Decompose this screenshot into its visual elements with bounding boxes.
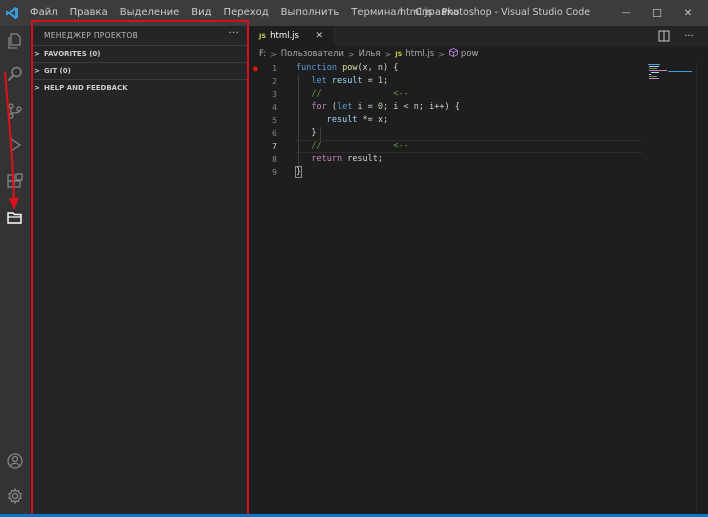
maximize-button[interactable]: ☐: [642, 0, 672, 26]
sidebar-title: МЕНЕДЖЕР ПРОЕКТОВ: [44, 30, 139, 40]
code-line: 3 // <--: [249, 88, 708, 101]
breadcrumb-file[interactable]: html.js: [405, 49, 434, 59]
tab-html-js[interactable]: JS html.js ✕: [249, 26, 333, 46]
tab-bar: JS html.js ✕ ···: [249, 26, 708, 46]
section-git[interactable]: > GIT (0): [30, 62, 249, 78]
section-help-and-feedback[interactable]: > HELP AND FEEDBACK: [30, 79, 249, 95]
code-text: for (let i = 0; i < n; i++) {: [311, 102, 460, 112]
code-line: ● 1 function pow(x, n) {: [249, 62, 708, 75]
code-text: function pow(x, n) {: [296, 63, 399, 73]
code-line: 5 result *= x;: [249, 114, 708, 127]
menu-edit[interactable]: Правка: [64, 0, 114, 26]
settings-gear-icon[interactable]: [0, 481, 30, 511]
line-number: 3: [272, 90, 277, 99]
breadcrumb-symbol[interactable]: pow: [461, 49, 479, 59]
editor-area: JS html.js ✕ ··· F: > Пользователи > Иль…: [249, 26, 708, 517]
breadcrumb-separator: >: [347, 49, 355, 59]
line-number: 8: [272, 155, 277, 164]
code-text: }: [311, 128, 317, 138]
js-file-icon: JS: [395, 50, 403, 58]
title-bar: Файл Правка Выделение Вид Переход Выполн…: [0, 0, 708, 26]
minimize-icon: —: [621, 8, 631, 18]
explorer-icon[interactable]: [0, 26, 30, 56]
section-label: FAVORITES (0): [44, 49, 101, 58]
breadcrumb: F: > Пользователи > Илья > JS html.js > …: [259, 47, 478, 61]
account-icon[interactable]: [0, 446, 30, 476]
menu-file[interactable]: Файл: [24, 0, 64, 26]
breadcrumb-separator: >: [438, 49, 445, 59]
section-favorites[interactable]: > FAVORITES (0): [30, 45, 249, 61]
line-number: 5: [272, 116, 277, 125]
extensions-icon[interactable]: [0, 167, 30, 197]
menu-selection[interactable]: Выделение: [114, 0, 186, 26]
menu-bar: Файл Правка Выделение Вид Переход Выполн…: [24, 0, 465, 26]
vscode-logo-icon[interactable]: [0, 0, 24, 26]
close-icon: ✕: [683, 7, 693, 19]
maximize-icon: ☐: [652, 6, 662, 20]
chevron-right-icon: >: [34, 66, 40, 75]
line-number: 2: [272, 77, 277, 86]
chevron-right-icon: >: [34, 83, 40, 92]
code-text: }: [294, 166, 303, 178]
code-text: return result;: [311, 154, 384, 164]
code-line-current: 7 // <--: [249, 140, 708, 153]
section-label: GIT (0): [44, 66, 71, 75]
chevron-right-icon: >: [34, 49, 40, 58]
breadcrumb-drive[interactable]: F:: [259, 49, 266, 59]
breadcrumb-folder-users[interactable]: Пользователи: [281, 49, 344, 59]
search-icon[interactable]: [0, 59, 30, 89]
code-text: // <--: [311, 89, 409, 99]
run-debug-icon[interactable]: [0, 130, 30, 160]
project-manager-icon[interactable]: [0, 203, 30, 233]
more-actions-icon[interactable]: ···: [681, 28, 697, 44]
editor-scrollbar[interactable]: [696, 62, 708, 517]
line-number: 6: [272, 129, 277, 138]
code-text: // <--: [311, 141, 409, 151]
breadcrumb-separator: >: [270, 49, 277, 59]
more-actions-icon[interactable]: ···: [229, 28, 239, 39]
code-line: 4 for (let i = 0; i < n; i++) {: [249, 101, 708, 114]
menu-go[interactable]: Переход: [218, 0, 275, 26]
code-text: let result = 1;: [311, 76, 389, 86]
breadcrumb-separator: >: [384, 49, 392, 59]
project-manager-sidebar: МЕНЕДЖЕР ПРОЕКТОВ ··· > FAVORITES (0) > …: [30, 26, 249, 517]
menu-view[interactable]: Вид: [185, 0, 217, 26]
code-line: 2 let result = 1;: [249, 75, 708, 88]
window-title: html.js - Photoshop - Visual Studio Code: [400, 7, 591, 18]
menu-run[interactable]: Выполнить: [275, 0, 346, 26]
line-number: 4: [272, 103, 277, 112]
line-number: 7: [272, 142, 277, 151]
close-window-button[interactable]: ✕: [673, 0, 703, 26]
line-number: 1: [272, 64, 277, 73]
symbol-function-icon: [448, 47, 458, 60]
source-control-icon[interactable]: [0, 96, 30, 126]
minimap[interactable]: [646, 62, 696, 82]
minimize-button[interactable]: —: [611, 0, 641, 26]
section-label: HELP AND FEEDBACK: [44, 83, 128, 92]
code-text: result *= x;: [326, 115, 389, 125]
activity-bar: [0, 26, 30, 517]
js-file-icon: JS: [259, 32, 267, 40]
code-line: 6 }: [249, 127, 708, 140]
code-line: 8 return result;: [249, 153, 708, 166]
breadcrumb-folder-user[interactable]: Илья: [359, 49, 381, 59]
close-tab-icon[interactable]: ✕: [315, 31, 323, 41]
sidebar-header: МЕНЕДЖЕР ПРОЕКТОВ ···: [30, 26, 249, 44]
code-line: 9 }: [249, 166, 708, 179]
line-number: 9: [272, 168, 277, 177]
tab-label: html.js: [270, 31, 299, 41]
split-editor-icon[interactable]: [656, 28, 672, 44]
breakpoint-icon[interactable]: ●: [253, 62, 258, 75]
